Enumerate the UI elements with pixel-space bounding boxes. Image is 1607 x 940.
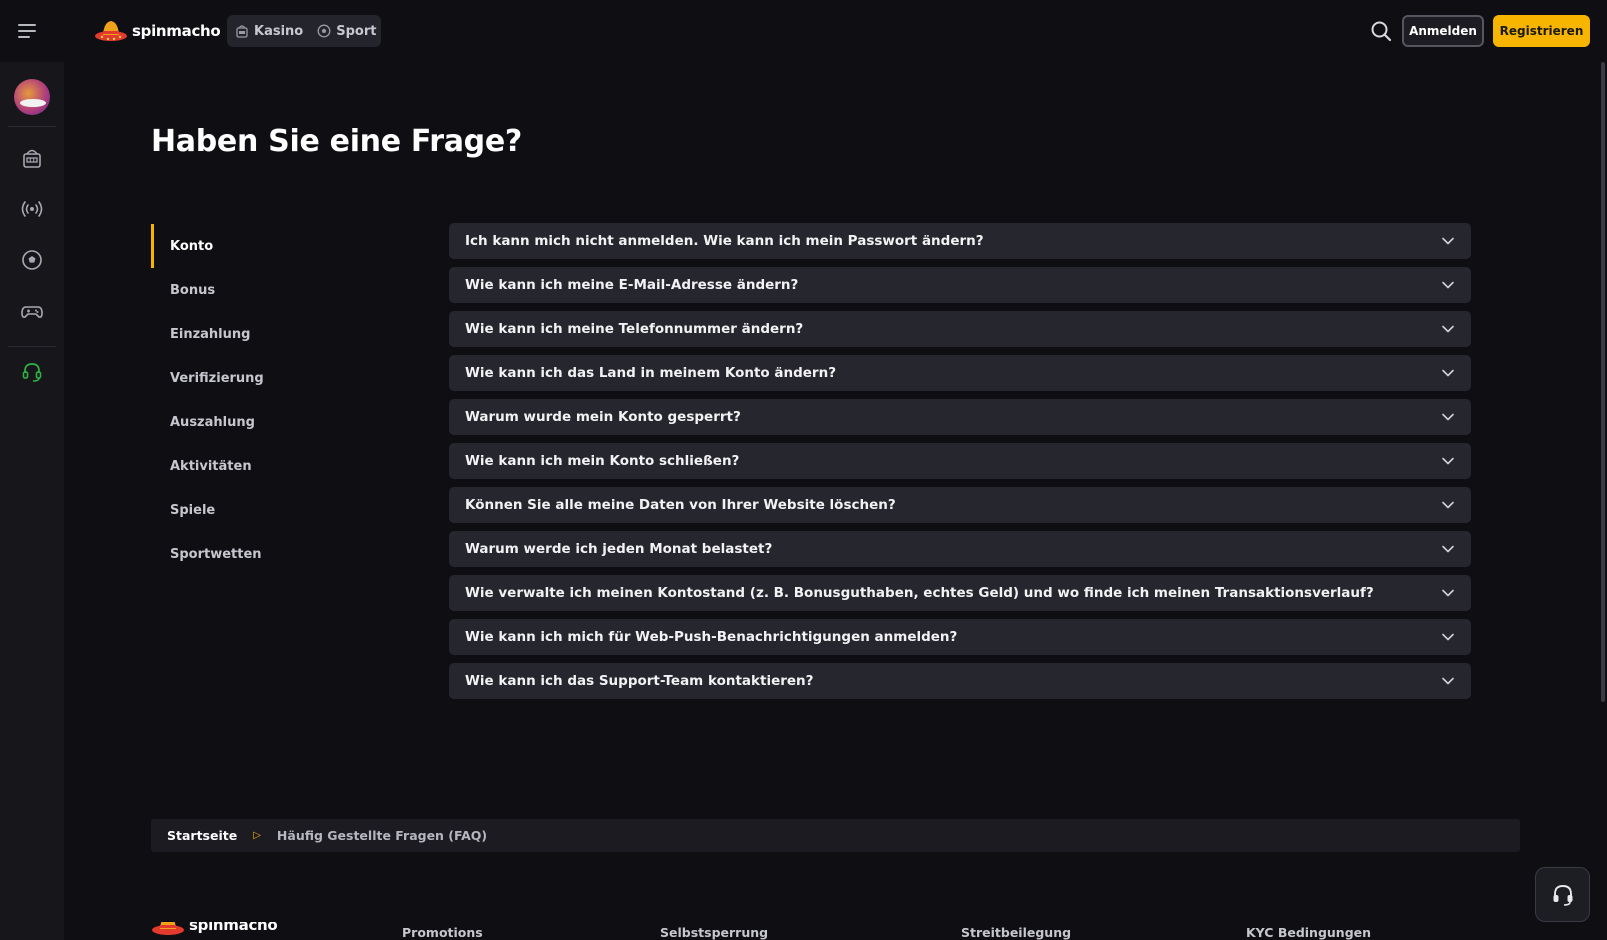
faq-accordion: Ich kann mich nicht anmelden. Wie kann i… [449, 223, 1471, 707]
category-konto[interactable]: Konto [151, 224, 401, 268]
faq-item[interactable]: Wie verwalte ich meinen Kontostand (z. B… [449, 575, 1471, 611]
mode-sport-label: Sport [336, 23, 377, 39]
faq-question: Wie kann ich meine E-Mail-Adresse ändern… [465, 277, 799, 293]
faq-question: Wie kann ich meine Telefonnummer ändern? [465, 321, 804, 337]
brand-logo[interactable]: spinmacho [94, 14, 221, 48]
faq-item[interactable]: Wie kann ich mein Konto schließen? [449, 443, 1471, 479]
faq-item[interactable]: Wie kann ich mich für Web-Push-Benachric… [449, 619, 1471, 655]
faq-category-list: Konto Bonus Einzahlung Verifizierung Aus… [151, 224, 401, 576]
faq-question: Wie kann ich das Support-Team kontaktier… [465, 673, 814, 689]
category-bonus[interactable]: Bonus [151, 268, 401, 312]
chevron-down-icon [1442, 281, 1454, 289]
faq-question: Wie kann ich das Land in meinem Konto än… [465, 365, 837, 381]
rail-sport[interactable] [0, 240, 64, 280]
chevron-down-icon [1442, 677, 1454, 685]
support-headset-icon [22, 363, 42, 382]
faq-question: Ich kann mich nicht anmelden. Wie kann i… [465, 233, 984, 249]
rail-divider [8, 346, 56, 347]
chevron-down-icon [1442, 633, 1454, 641]
faq-item[interactable]: Warum wurde mein Konto gesperrt? [449, 399, 1471, 435]
mode-kasino-label: Kasino [254, 23, 304, 39]
chevron-down-icon [1442, 589, 1454, 597]
faq-item[interactable]: Wie kann ich meine E-Mail-Adresse ändern… [449, 267, 1471, 303]
gamepad-icon [21, 306, 43, 318]
faq-item[interactable]: Ich kann mich nicht anmelden. Wie kann i… [449, 223, 1471, 259]
faq-item[interactable]: Können Sie alle meine Daten von Ihrer We… [449, 487, 1471, 523]
brand-name: spinmacho [132, 22, 221, 40]
faq-question: Warum wurde mein Konto gesperrt? [465, 409, 741, 425]
chevron-down-icon [1442, 501, 1454, 509]
faq-item[interactable]: Wie kann ich das Land in meinem Konto än… [449, 355, 1471, 391]
soccer-ball-icon [317, 24, 331, 38]
faq-item[interactable]: Wie kann ich das Support-Team kontaktier… [449, 663, 1471, 699]
faq-question: Wie kann ich mein Konto schließen? [465, 453, 740, 469]
live-broadcast-icon [21, 201, 43, 217]
faq-question: Wie kann ich mich für Web-Push-Benachric… [465, 629, 958, 645]
page-title: Haben Sie eine Frage? [151, 124, 522, 159]
footer-link-self-exclusion[interactable]: Selbstsperrung [660, 925, 768, 940]
chevron-down-icon [1442, 457, 1454, 465]
mode-switcher: Kasino Sport [227, 15, 381, 47]
footer-link-dispute[interactable]: Streitbeilegung [961, 925, 1071, 940]
top-bar: spinmacho Kasino Sport Anmelden Registri… [0, 0, 1607, 62]
mode-sport[interactable]: Sport [317, 24, 376, 39]
support-headset-icon [1553, 884, 1572, 906]
faq-question: Wie verwalte ich meinen Kontostand (z. B… [465, 585, 1374, 601]
hamburger-menu-icon[interactable] [18, 20, 44, 42]
support-chat-button[interactable] [1535, 867, 1590, 922]
soccer-ball-icon [22, 250, 42, 270]
category-auszahlung[interactable]: Auszahlung [151, 400, 401, 444]
category-aktivitaeten[interactable]: Aktivitäten [151, 444, 401, 488]
login-button[interactable]: Anmelden [1402, 15, 1484, 47]
footer-brand-name: spinmacho [189, 922, 278, 934]
slot-machine-icon [236, 25, 248, 38]
footer-logo[interactable]: spinmacho [151, 922, 277, 940]
category-verifizierung[interactable]: Verifizierung [151, 356, 401, 400]
sombrero-icon [95, 21, 127, 41]
scrollbar[interactable] [1601, 62, 1605, 702]
category-spiele[interactable]: Spiele [151, 488, 401, 532]
slot-machine-icon [23, 149, 41, 168]
footer-link-promotions[interactable]: Promotions [402, 925, 483, 940]
faq-item[interactable]: Warum werde ich jeden Monat belastet? [449, 531, 1471, 567]
search-icon[interactable] [1370, 20, 1392, 42]
mode-kasino[interactable]: Kasino [235, 24, 303, 39]
chevron-down-icon [1442, 369, 1454, 377]
footer-link-kyc[interactable]: KYC Bedingungen [1246, 925, 1371, 940]
category-einzahlung[interactable]: Einzahlung [151, 312, 401, 356]
chevron-down-icon [1442, 237, 1454, 245]
faq-item[interactable]: Wie kann ich meine Telefonnummer ändern? [449, 311, 1471, 347]
breadcrumb: Startseite ▷ Häufig Gestellte Fragen (FA… [151, 819, 1520, 852]
register-button[interactable]: Registrieren [1493, 15, 1590, 47]
chevron-down-icon [1442, 413, 1454, 421]
rail-avatar[interactable] [0, 74, 64, 120]
faq-question: Warum werde ich jeden Monat belastet? [465, 541, 773, 557]
faq-question: Können Sie alle meine Daten von Ihrer We… [465, 497, 896, 513]
breadcrumb-home[interactable]: Startseite [167, 828, 237, 843]
rail-games[interactable] [0, 291, 64, 331]
avatar [14, 79, 50, 115]
rail-live[interactable] [0, 189, 64, 229]
category-sportwetten[interactable]: Sportwetten [151, 532, 401, 576]
rail-divider [8, 126, 56, 127]
rail-casino[interactable] [0, 138, 64, 178]
rail-support[interactable] [0, 352, 64, 392]
chevron-down-icon [1442, 545, 1454, 553]
left-rail [0, 62, 64, 940]
breadcrumb-current: Häufig Gestellte Fragen (FAQ) [276, 828, 488, 843]
breadcrumb-separator-icon: ▷ [253, 830, 261, 841]
chevron-down-icon [1442, 325, 1454, 333]
sombrero-icon [152, 922, 184, 935]
